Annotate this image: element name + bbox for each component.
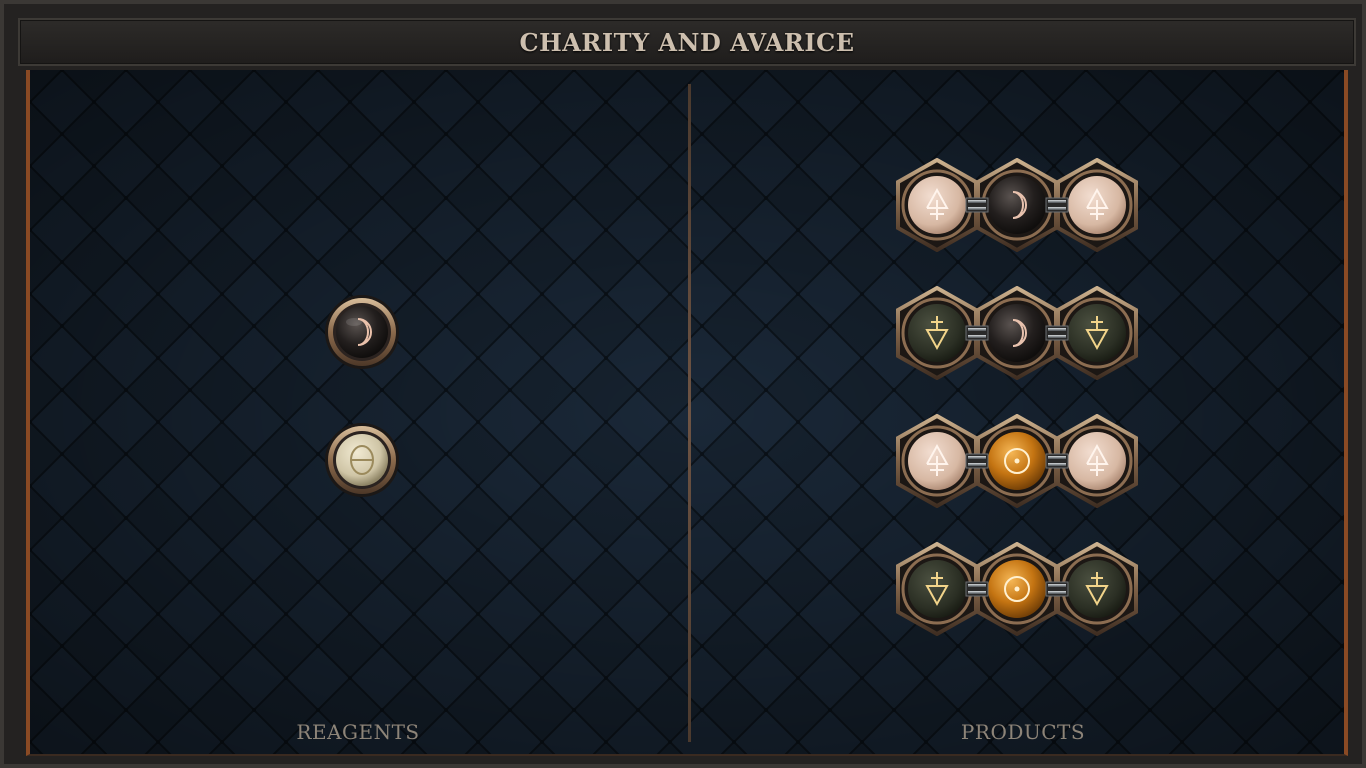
water-cross-icon bbox=[925, 572, 949, 607]
reagent-moon[interactable] bbox=[324, 294, 400, 370]
moon-icon bbox=[1012, 319, 1027, 347]
moon-icon bbox=[357, 318, 372, 346]
moon-icon bbox=[1012, 191, 1027, 219]
product-row-4[interactable] bbox=[892, 542, 1142, 636]
fire-cross-icon bbox=[1086, 187, 1109, 220]
water-cross-icon bbox=[1085, 572, 1109, 607]
page-title: CHARITY AND AVARICE bbox=[519, 27, 855, 57]
water-cross-icon bbox=[1085, 316, 1109, 351]
reagent-theta[interactable] bbox=[324, 422, 400, 498]
product-row-2[interactable] bbox=[892, 286, 1142, 380]
sun-icon bbox=[1004, 448, 1030, 474]
product-row-3[interactable] bbox=[892, 414, 1142, 508]
window-frame: CHARITY AND AVARICE REAGENTS PRODUCTS bbox=[0, 0, 1366, 768]
reagents-label: REAGENTS bbox=[296, 720, 420, 744]
quilted-background bbox=[30, 70, 1344, 754]
title-bar: CHARITY AND AVARICE bbox=[18, 18, 1356, 66]
section-divider bbox=[688, 84, 691, 742]
theta-icon bbox=[350, 445, 374, 475]
sun-icon bbox=[1004, 576, 1030, 602]
product-row-1[interactable] bbox=[892, 158, 1142, 252]
water-cross-icon bbox=[925, 316, 949, 351]
fire-cross-icon bbox=[926, 187, 949, 220]
products-label: PRODUCTS bbox=[960, 720, 1086, 744]
puzzle-board: REAGENTS PRODUCTS bbox=[26, 70, 1348, 756]
fire-cross-icon bbox=[1086, 443, 1109, 476]
fire-cross-icon bbox=[926, 443, 949, 476]
